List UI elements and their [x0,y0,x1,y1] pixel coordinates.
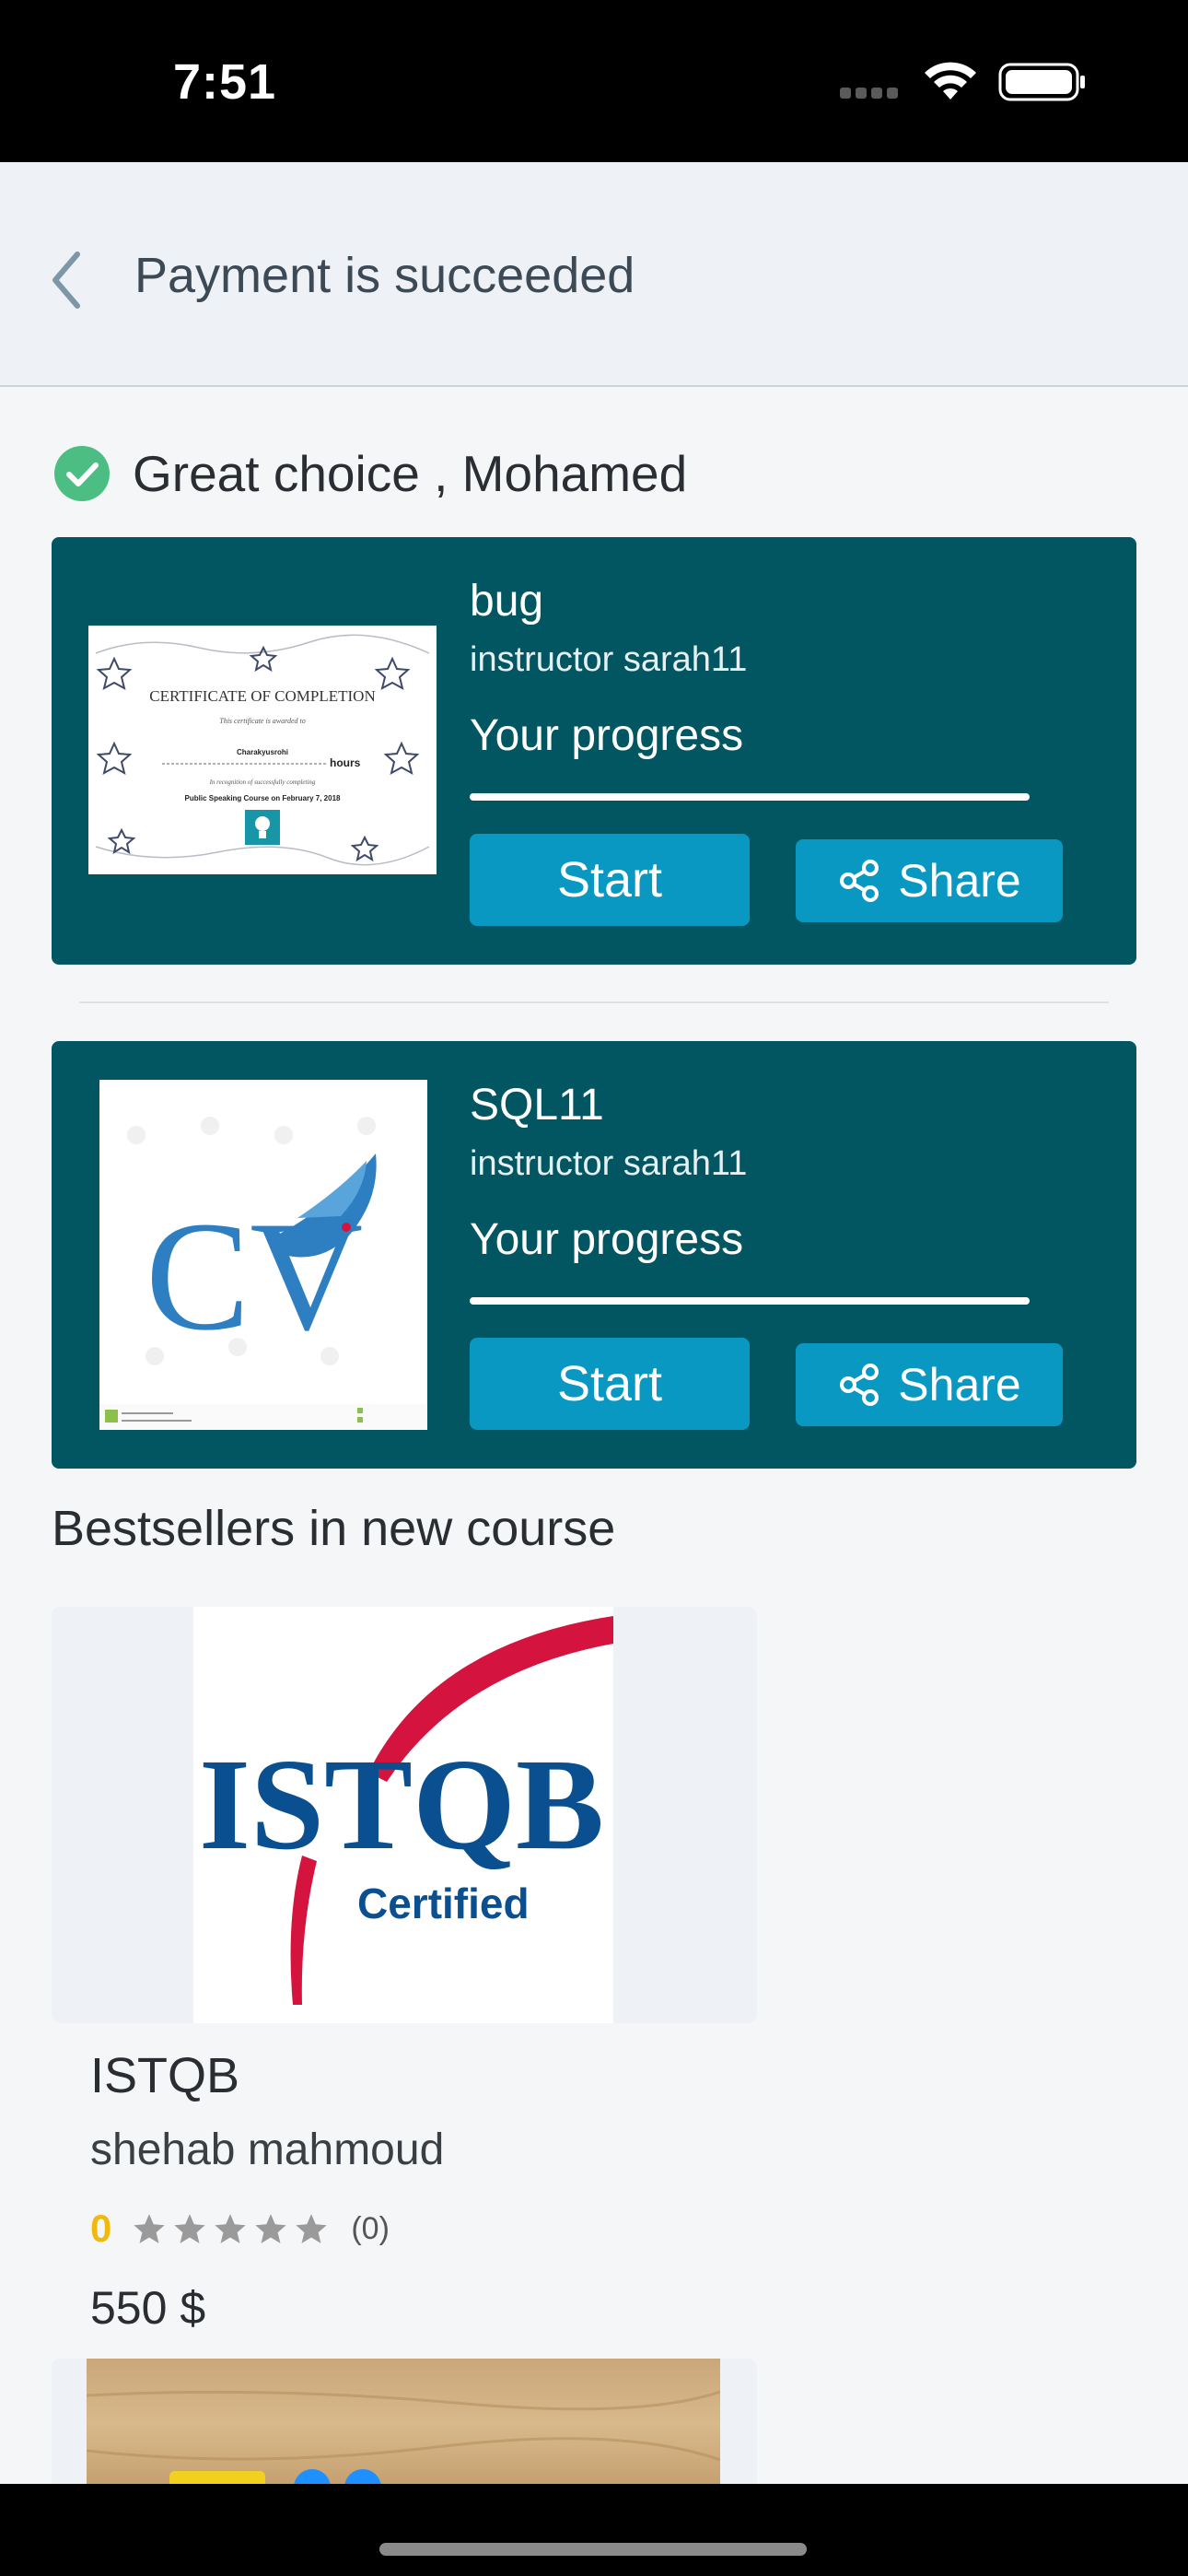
progress-fill [470,1297,1030,1305]
wifi-icon [925,62,976,100]
course-title: SQL11 [470,1081,604,1130]
star-icon [296,2214,327,2243]
course-title: bug [470,577,544,626]
progress-fill [470,793,1030,801]
istqb-certified-text: Certified [357,1879,530,1927]
status-time: 7:51 [173,54,277,110]
share-label: Share [898,855,1021,907]
start-button[interactable]: Start [470,834,750,926]
star-icon [255,2214,286,2243]
status-bar: 7:51 [0,0,1188,162]
course-card[interactable]: CERTIFICATE OF COMPLETION This certifica… [52,537,1136,965]
cert-line2: In recognition of successfully completin… [209,779,316,786]
share-button[interactable]: Share [796,1343,1063,1426]
share-icon [840,1364,879,1406]
cert-name: Charakyusrohi [237,748,288,756]
course-thumbnail: CERTIFICATE OF COMPLETION This certifica… [88,626,437,874]
istqb-logo-image: ISTQB Certified [193,1607,613,2023]
certificate-image: CERTIFICATE OF COMPLETION This certifica… [88,626,437,874]
star-rating [132,2211,334,2246]
divider [79,1001,1109,1003]
product-price: 550 $ [90,2282,206,2334]
course-thumbnail: CV [99,1080,427,1430]
cert-heading: CERTIFICATE OF COMPLETION [149,687,376,705]
star-icon [215,2214,246,2243]
course-card[interactable]: CV SQL11 instructor sarah11 Your progres… [52,1041,1136,1469]
back-arrow-icon [52,252,80,309]
section-title: Bestsellers in new course [52,1501,616,1556]
course-instructor: instructor sarah11 [470,640,748,679]
star-icon [174,2214,205,2243]
product-instructor: shehab mahmoud [90,2125,445,2174]
progress-label: Your progress [470,711,744,760]
istqb-logo-text: ISTQB [199,1731,604,1877]
header: Payment is succeeded [0,162,1188,387]
product-card[interactable]: ISTQB Certified [52,1607,757,2023]
rating: 0 (0) [90,2206,390,2252]
start-button[interactable]: Start [470,1338,750,1430]
home-indicator[interactable] [379,2543,807,2556]
rating-count: (0) [351,2210,390,2246]
product-name: ISTQB [90,2048,240,2103]
product-image: ISTQB Certified [193,1607,613,2023]
cellular-signal-icon [840,87,904,99]
cv-logo-image: CV [99,1080,427,1430]
back-button[interactable] [39,243,94,317]
share-label: Share [898,1359,1021,1411]
home-indicator-area [0,2484,1188,2576]
progress-bar [470,1297,1030,1305]
cert-course: Public Speaking Course on February 7, 20… [185,794,341,802]
success-message: Great choice , Mohamed [53,439,687,509]
cert-hours: hours [330,756,361,769]
check-circle-icon [54,446,110,501]
cert-line1: This certificate is awarded to [219,717,305,725]
progress-label: Your progress [470,1215,744,1264]
course-instructor: instructor sarah11 [470,1144,748,1183]
rating-value: 0 [90,2207,112,2250]
success-text: Great choice , Mohamed [133,445,688,502]
progress-bar [470,793,1030,801]
page-title: Payment is succeeded [134,248,635,303]
share-button[interactable]: Share [796,839,1063,922]
battery-icon [998,63,1085,101]
share-icon [840,860,879,902]
star-icon [134,2214,165,2243]
